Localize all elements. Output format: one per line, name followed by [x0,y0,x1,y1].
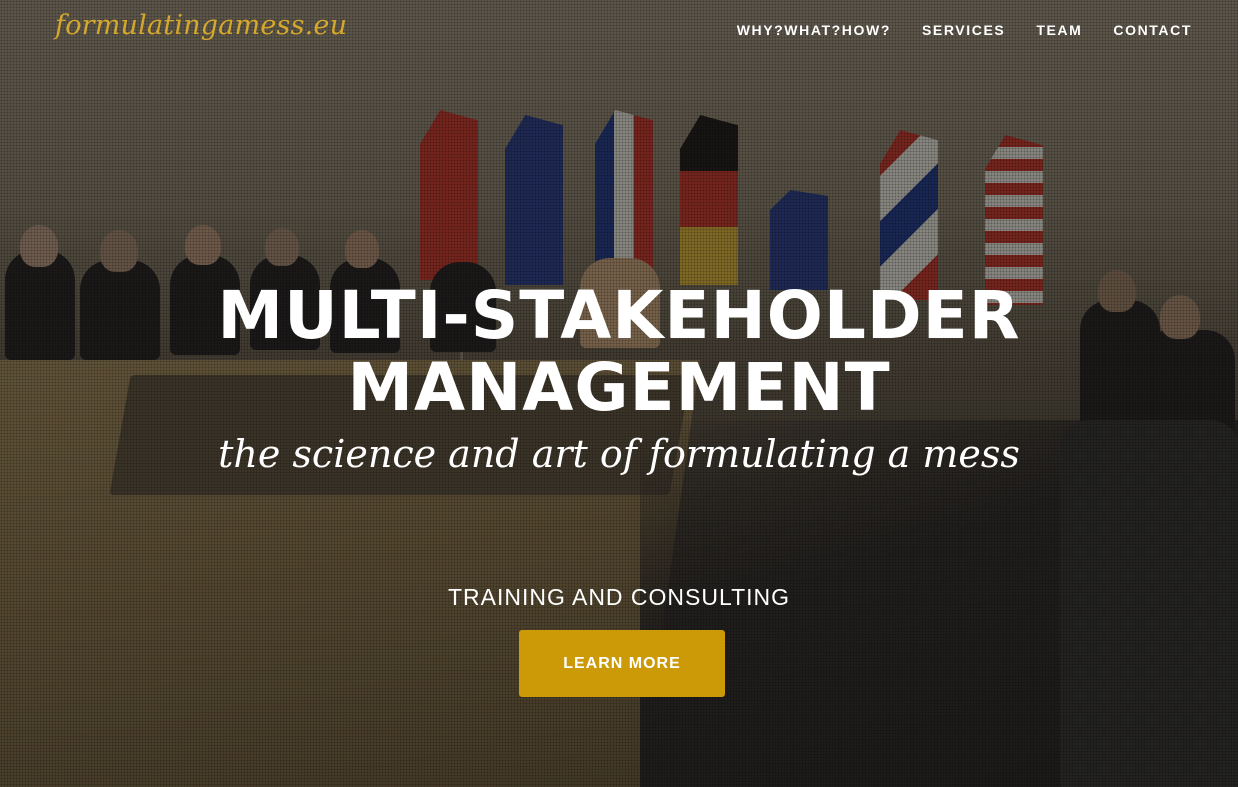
hero-tagline: TRAINING AND CONSULTING [447,584,791,610]
hero-title-line2: MANAGEMENT [347,349,891,426]
nav-item-team[interactable]: TEAM [1036,22,1082,38]
learn-more-button[interactable]: LEARN MORE [519,630,725,697]
hero-title: MULTI-STAKEHOLDER MANAGEMENT [0,280,1238,424]
hero-subtitle: the science and art of formulating a mes… [218,432,1020,476]
main-nav: WHY?WHAT?HOW? SERVICES TEAM CONTACT [737,22,1192,38]
nav-item-why-what-how[interactable]: WHY?WHAT?HOW? [737,22,891,38]
hero-section: formulatingamess.eu WHY?WHAT?HOW? SERVIC… [0,0,1238,787]
nav-item-contact[interactable]: CONTACT [1113,22,1192,38]
brand-logo-link[interactable]: formulatingamess.eu [55,10,347,41]
nav-item-services[interactable]: SERVICES [922,22,1005,38]
hero-title-line1: MULTI-STAKEHOLDER [217,277,1021,354]
